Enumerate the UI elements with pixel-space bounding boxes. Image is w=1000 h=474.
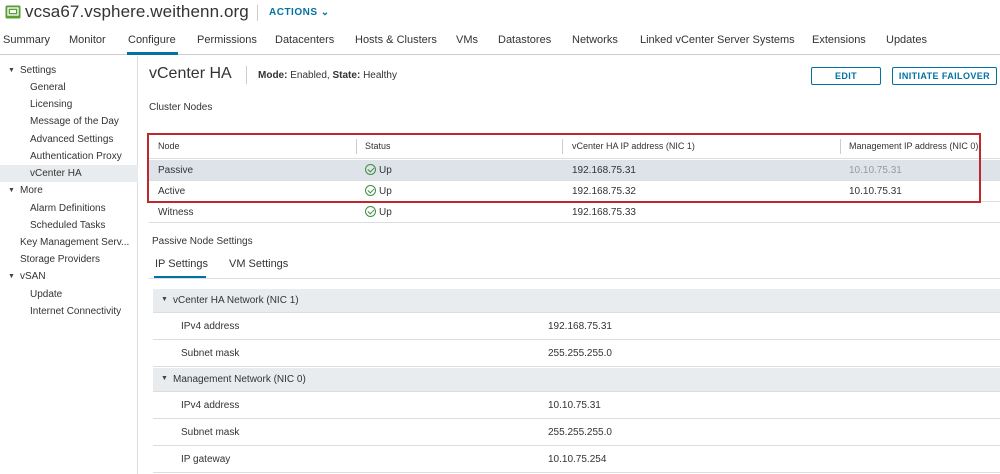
sidebar-item-update[interactable]: Update — [0, 286, 138, 303]
ha-ip-value: 192.168.75.33 — [572, 207, 636, 218]
page-title: vCenter HA — [149, 65, 232, 82]
sidebar-group-label: Settings — [20, 65, 57, 76]
group-management-network[interactable]: ▼ Management Network (NIC 0) — [153, 368, 1000, 392]
sidebar-group-label: More — [20, 185, 43, 196]
field-value: 192.168.75.31 — [548, 321, 612, 332]
sidebar-item-advanced-settings[interactable]: Advanced Settings — [0, 131, 138, 148]
list-item: Subnet mask 255.255.255.0 — [153, 341, 1000, 367]
field-label: IPv4 address — [181, 400, 240, 411]
sidebar-item-licensing[interactable]: Licensing — [0, 96, 138, 113]
mode-label: Mode: — [258, 70, 288, 81]
title-divider — [246, 66, 247, 84]
tab-datacenters[interactable]: Datacenters — [275, 34, 334, 46]
sidebar-group-settings[interactable]: ▼ Settings — [0, 62, 138, 79]
chevron-down-icon: ▼ — [161, 296, 168, 303]
tab-permissions[interactable]: Permissions — [197, 34, 257, 46]
sidebar-item-label: Authentication Proxy — [30, 151, 122, 162]
chevron-down-icon: ▼ — [161, 375, 168, 382]
sidebar-item-scheduled-tasks[interactable]: Scheduled Tasks — [0, 217, 138, 234]
list-item: IPv4 address 10.10.75.31 — [153, 393, 1000, 419]
group-label: Management Network (NIC 0) — [173, 374, 306, 385]
chevron-down-icon: ▼ — [8, 67, 15, 74]
sidebar-item-label: Scheduled Tasks — [30, 220, 106, 231]
sidebar-item-authentication-proxy[interactable]: Authentication Proxy — [0, 148, 138, 165]
field-label: Subnet mask — [181, 348, 240, 359]
header-divider — [257, 5, 258, 21]
check-circle-icon — [365, 206, 376, 217]
tab-configure[interactable]: Configure — [128, 34, 176, 46]
object-header: vcsa67.vsphere.weithenn.org ACTIONS ⌄ — [0, 0, 1000, 28]
active-tab-indicator — [127, 52, 178, 55]
list-item: IP gateway 10.10.75.254 — [153, 447, 1000, 473]
tab-vms[interactable]: VMs — [456, 34, 478, 46]
group-label: vCenter HA Network (NIC 1) — [173, 295, 299, 306]
sidebar-item-general[interactable]: General — [0, 79, 138, 96]
sidebar-item-label: Advanced Settings — [30, 134, 114, 145]
sidebar-item-label: General — [30, 82, 66, 93]
table-row[interactable]: Witness Up 192.168.75.33 — [149, 202, 1000, 223]
subtabs-divider — [149, 278, 1000, 279]
field-label: IPv4 address — [181, 321, 240, 332]
field-value: 255.255.255.0 — [548, 427, 612, 438]
sidebar-item-internet-connectivity[interactable]: Internet Connectivity — [0, 303, 138, 320]
configure-sidebar: ▼ Settings General Licensing Message of … — [0, 56, 138, 474]
tab-updates[interactable]: Updates — [886, 34, 927, 46]
status-text: Up — [379, 207, 392, 218]
initiate-failover-button[interactable]: INITIATE FAILOVER — [892, 67, 997, 85]
field-label: IP gateway — [181, 454, 231, 465]
sidebar-item-storage-providers[interactable]: Storage Providers — [0, 251, 138, 268]
field-value: 10.10.75.254 — [548, 454, 607, 465]
vcenter-server-icon — [5, 5, 21, 19]
tab-monitor[interactable]: Monitor — [69, 34, 106, 46]
node-name: Witness — [158, 207, 194, 218]
sidebar-group-more[interactable]: ▼ More — [0, 182, 138, 199]
state-value: Healthy — [363, 70, 397, 81]
sidebar-item-alarm-definitions[interactable]: Alarm Definitions — [0, 200, 138, 217]
tab-networks[interactable]: Networks — [572, 34, 618, 46]
field-value: 10.10.75.31 — [548, 400, 601, 411]
sidebar-item-label: Update — [30, 289, 63, 300]
object-name: vcsa67.vsphere.weithenn.org — [25, 2, 249, 21]
sidebar-item-label: Message of the Day — [30, 116, 119, 127]
sidebar-item-label: Licensing — [30, 99, 73, 110]
sidebar-item-label: Internet Connectivity — [30, 306, 122, 317]
group-ha-network[interactable]: ▼ vCenter HA Network (NIC 1) — [153, 289, 1000, 313]
tab-summary[interactable]: Summary — [3, 34, 50, 46]
subtab-ip-settings[interactable]: IP Settings — [155, 258, 208, 270]
edit-button[interactable]: EDIT — [811, 67, 881, 85]
tab-extensions[interactable]: Extensions — [812, 34, 866, 46]
node-status: Up — [365, 202, 392, 223]
object-tabs: Summary Monitor Configure Permissions Da… — [0, 30, 1000, 55]
sidebar-item-label: Storage Providers — [20, 254, 101, 265]
field-label: Subnet mask — [181, 427, 240, 438]
sidebar-group-label: vSAN — [20, 271, 46, 282]
annotation-highlight — [147, 133, 981, 203]
cluster-nodes-heading: Cluster Nodes — [149, 102, 213, 113]
chevron-down-icon: ▼ — [8, 187, 15, 194]
actions-menu[interactable]: ACTIONS ⌄ — [269, 7, 330, 18]
ha-mode-state: Mode: Enabled, State: Healthy — [258, 70, 397, 81]
sidebar-item-vcenter-ha[interactable]: vCenter HA — [0, 165, 138, 182]
tab-linked-vcenter[interactable]: Linked vCenter Server Systems — [640, 34, 795, 46]
sidebar-item-key-management[interactable]: Key Management Serv... — [0, 234, 138, 251]
sidebar-item-message-of-the-day[interactable]: Message of the Day — [0, 113, 138, 130]
state-label: State: — [332, 70, 361, 81]
passive-node-settings-heading: Passive Node Settings — [152, 236, 253, 247]
main-content: vCenter HA Mode: Enabled, State: Healthy… — [139, 56, 1000, 474]
chevron-down-icon: ▼ — [8, 273, 15, 280]
mode-value: Enabled, — [290, 70, 330, 81]
tab-datastores[interactable]: Datastores — [498, 34, 551, 46]
subtab-vm-settings[interactable]: VM Settings — [229, 258, 288, 270]
sidebar-item-label: Alarm Definitions — [30, 203, 106, 214]
list-item: IPv4 address 192.168.75.31 — [153, 314, 1000, 340]
sidebar-item-label: Key Management Serv... — [20, 237, 130, 248]
active-subtab-indicator — [154, 276, 206, 278]
sidebar-item-label: vCenter HA — [30, 168, 82, 179]
list-item: Subnet mask 255.255.255.0 — [153, 420, 1000, 446]
field-value: 255.255.255.0 — [548, 348, 612, 359]
tab-hosts-clusters[interactable]: Hosts & Clusters — [355, 34, 437, 46]
sidebar-group-vsan[interactable]: ▼ vSAN — [0, 268, 138, 285]
